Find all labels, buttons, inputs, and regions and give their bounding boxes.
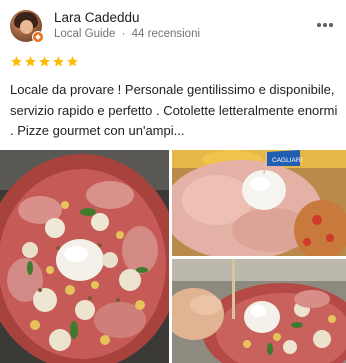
star-icon xyxy=(39,56,50,67)
more-dot-icon xyxy=(317,23,321,27)
star-icon xyxy=(11,56,22,67)
more-options-button[interactable] xyxy=(314,14,336,36)
review-photo-pizza[interactable] xyxy=(0,150,169,363)
local-guide-label: Local Guide xyxy=(54,28,116,40)
local-guide-badge-icon xyxy=(32,31,44,43)
star-icon xyxy=(53,56,64,67)
cutlet-photo-image: CAGLIARI xyxy=(172,150,346,256)
avatar-face xyxy=(20,20,33,34)
star-icon xyxy=(67,56,78,67)
review-text[interactable]: Locale da provare ! Personale gentilissi… xyxy=(10,80,340,142)
author-name[interactable]: Lara Cadeddu xyxy=(54,10,140,25)
cutlet-flag-text: CAGLIARI xyxy=(272,157,303,164)
star-rating xyxy=(10,55,79,68)
review-photo-pizza-slice[interactable] xyxy=(172,259,346,363)
pizza-photo-image xyxy=(0,150,169,363)
more-dot-icon xyxy=(323,23,327,27)
more-dot-icon xyxy=(329,23,333,27)
star-icon xyxy=(25,56,36,67)
photo-grid: CAGLIARI xyxy=(0,150,346,363)
reviews-count: 44 recensioni xyxy=(131,28,201,40)
review-header: Lara Cadeddu Local Guide · 44 recensioni xyxy=(0,0,346,52)
review-photo-cutlet[interactable]: CAGLIARI xyxy=(172,150,346,256)
meta-separator: · xyxy=(121,28,126,40)
pizza-slice-photo-image xyxy=(172,259,346,363)
author-meta: Local Guide · 44 recensioni xyxy=(54,28,200,40)
